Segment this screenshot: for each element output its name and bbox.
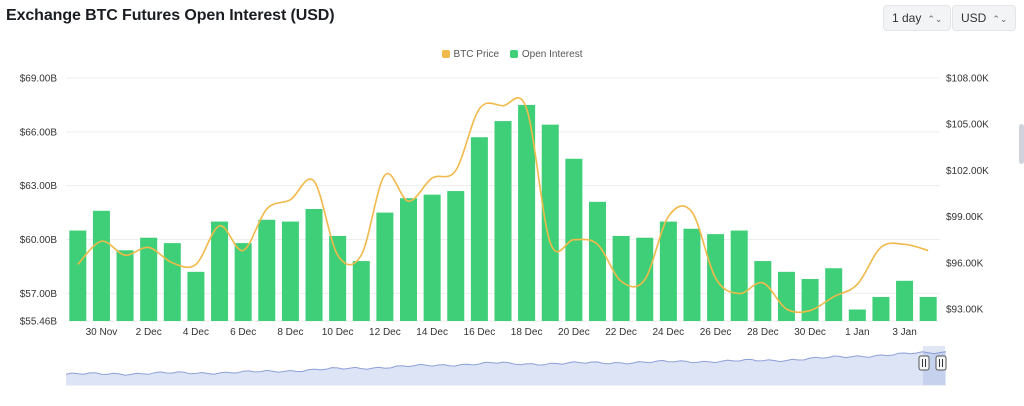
open-interest-bar[interactable] [423, 194, 441, 321]
open-interest-bar[interactable] [92, 210, 110, 321]
open-interest-bar[interactable] [730, 230, 748, 321]
pause-handle-icon [918, 355, 930, 371]
x-axis-tick-label: 8 Dec [277, 327, 303, 338]
open-interest-bar[interactable] [211, 221, 229, 321]
open-interest-bar[interactable] [848, 309, 866, 321]
open-interest-bar[interactable] [659, 221, 677, 321]
x-axis-tick-label: 12 Dec [369, 327, 401, 338]
x-axis-tick-label: 28 Dec [747, 327, 779, 338]
x-axis-tick-label: 1 Jan [845, 327, 869, 338]
navigator-area [66, 351, 946, 385]
x-axis-tick-label: 24 Dec [653, 327, 685, 338]
open-interest-bar[interactable] [777, 271, 795, 321]
x-axis-tick-label: 10 Dec [322, 327, 354, 338]
right-axis-tick-label: $93.00K [946, 305, 984, 316]
open-interest-bar[interactable] [754, 261, 772, 321]
navigator-right-handle[interactable] [935, 355, 947, 371]
left-axis-tick-label: $55.46B [20, 317, 58, 328]
open-interest-bar[interactable] [352, 261, 370, 321]
open-interest-chart: $55.46B $57.00B $60.00B $63.00B $66.00B $69.0… [20, 74, 989, 386]
x-axis-tick-label: 30 Nov [86, 327, 118, 338]
right-axis-tick-label: $108.00K [946, 74, 989, 85]
open-interest-bar[interactable] [470, 137, 488, 321]
x-axis-tick-label: 26 Dec [700, 327, 732, 338]
x-axis-tick-label: 20 Dec [558, 327, 590, 338]
right-axis-tick-label: $96.00K [946, 258, 984, 269]
left-axis-tick-label: $60.00B [20, 235, 58, 246]
open-interest-bar[interactable] [305, 209, 323, 321]
open-interest-bar[interactable] [683, 228, 701, 321]
open-interest-bar[interactable] [258, 219, 276, 321]
open-interest-bar[interactable] [541, 124, 559, 321]
open-interest-bar[interactable] [163, 243, 181, 321]
open-interest-bar[interactable] [872, 296, 890, 321]
open-interest-bar[interactable] [801, 279, 819, 321]
page-scrollbar[interactable] [1019, 124, 1024, 164]
open-interest-bar[interactable] [919, 296, 937, 321]
open-interest-bar[interactable] [329, 235, 347, 321]
open-interest-bar[interactable] [376, 212, 394, 321]
navigator[interactable] [65, 346, 947, 386]
x-axis-tick-label: 22 Dec [605, 327, 637, 338]
open-interest-bar[interactable] [400, 198, 418, 321]
x-axis-tick-label: 6 Dec [230, 327, 256, 338]
x-axis-tick-label: 18 Dec [511, 327, 543, 338]
open-interest-bar[interactable] [281, 221, 299, 321]
left-axis-tick-label: $69.00B [20, 74, 58, 85]
open-interest-bar[interactable] [588, 201, 606, 321]
open-interest-bar[interactable] [234, 243, 252, 321]
x-axis-tick-label: 30 Dec [794, 327, 826, 338]
x-axis-tick-label: 2 Dec [136, 327, 162, 338]
open-interest-bar[interactable] [494, 121, 512, 321]
open-interest-bar[interactable] [447, 191, 465, 321]
x-axis-tick-label: 3 Jan [892, 327, 916, 338]
x-axis-tick-label: 14 Dec [416, 327, 448, 338]
left-axis-tick-label: $66.00B [20, 127, 58, 138]
left-axis-tick-label: $57.00B [20, 289, 58, 300]
open-interest-bar[interactable] [187, 271, 205, 321]
navigator-left-handle[interactable] [918, 355, 930, 371]
left-axis-tick-label: $63.00B [20, 181, 58, 192]
open-interest-bar[interactable] [896, 280, 914, 321]
open-interest-bar[interactable] [116, 250, 134, 321]
right-axis-tick-label: $105.00K [946, 120, 989, 131]
x-axis-tick-label: 16 Dec [464, 327, 496, 338]
open-interest-bar[interactable] [612, 235, 630, 321]
right-axis-tick-label: $102.00K [946, 166, 989, 177]
right-axis-tick-label: $99.00K [946, 212, 984, 223]
open-interest-bar[interactable] [69, 230, 87, 321]
x-axis-tick-label: 4 Dec [183, 327, 209, 338]
pause-handle-icon [935, 355, 947, 371]
bars-layer [69, 104, 937, 322]
